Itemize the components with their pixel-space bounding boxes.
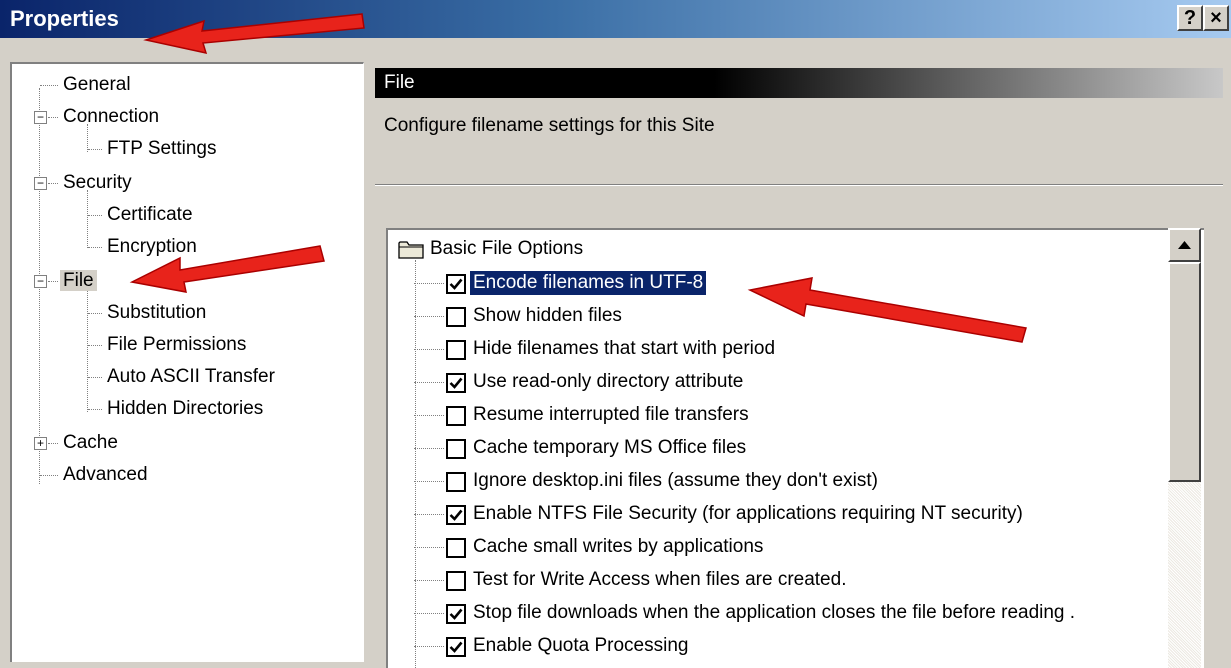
option-label: Hide filenames that start with period [473,338,776,359]
option-checkbox[interactable] [446,472,466,492]
tree-item-label: File Permissions [107,334,247,355]
option-checkbox[interactable] [446,637,466,657]
option-checkbox[interactable] [446,571,466,591]
tree-item-security[interactable]: − Security [32,168,135,198]
scroll-thumb[interactable] [1168,262,1201,482]
tree-item-auto-ascii-transfer[interactable]: Auto ASCII Transfer [88,362,278,392]
collapse-toggle-icon[interactable]: − [34,177,47,190]
tree-item-file-permissions[interactable]: File Permissions [88,330,249,360]
option-label: Cache temporary MS Office files [473,437,747,458]
option-label: Stop file downloads when the application… [473,602,1076,623]
annotation-arrow-icon [129,245,325,293]
tree-connector [414,349,444,350]
option-checkbox[interactable] [446,307,466,327]
checkmark-icon [449,608,463,620]
tree-item-cache[interactable]: + Cache [32,428,121,458]
group-label: Basic File Options [430,238,584,259]
option-checkbox[interactable] [446,373,466,393]
tree-connector [414,415,444,416]
option-checkbox[interactable] [446,439,466,459]
tree-item-label: Substitution [107,302,207,323]
tree-connector [414,283,444,284]
tree-connector [415,260,416,668]
panel-header: File [375,68,1223,98]
tree-connector [414,547,444,548]
option-checkbox[interactable] [446,538,466,558]
tree-item-general[interactable]: General [40,70,134,100]
option-checkbox[interactable] [446,340,466,360]
tree-item-file[interactable]: − File [32,266,97,296]
tree-connector [414,448,444,449]
tree-connector [414,382,444,383]
option-label: Cache small writes by applications [473,536,764,557]
tree-connector [414,646,444,647]
window-title: Properties [10,6,119,31]
folder-icon [398,241,424,259]
tree-item-certificate[interactable]: Certificate [88,200,196,230]
option-label: Enable NTFS File Security (for applicati… [473,503,1023,524]
tree-item-label: Security [63,172,132,193]
option-label: Encode filenames in UTF-8 [468,270,708,296]
collapse-toggle-icon[interactable]: − [34,275,47,288]
tree-item-substitution[interactable]: Substitution [88,298,209,328]
navigation-tree: General − Connection FTP Settings − Secu… [10,62,364,662]
option-label: Enable Quota Processing [473,635,689,656]
tree-item-label: Connection [63,106,160,127]
tree-connector [414,580,444,581]
option-label: Show hidden files [473,305,622,326]
tree-item-advanced[interactable]: Advanced [40,460,151,490]
checkmark-icon [449,509,463,521]
tree-item-label: File [60,270,97,291]
divider [375,184,1223,186]
collapse-toggle-icon[interactable]: − [34,111,47,124]
annotation-arrow-icon [143,13,365,55]
option-label: Use read-only directory attribute [473,371,744,392]
tree-item-label: FTP Settings [107,138,217,159]
tree-item-connection[interactable]: − Connection [32,102,162,132]
option-checkbox[interactable] [446,406,466,426]
panel-description: Configure filename settings for this Sit… [384,115,715,136]
option-checkbox[interactable] [446,505,466,525]
checkmark-icon [449,377,463,389]
vertical-scrollbar[interactable] [1168,228,1201,668]
tree-item-ftp-settings[interactable]: FTP Settings [88,134,219,164]
arrow-up-icon [1178,241,1191,249]
option-label: Test for Write Access when files are cre… [473,569,847,590]
tree-connector [414,514,444,515]
close-button[interactable]: × [1203,5,1229,31]
tree-item-label: Advanced [63,464,148,485]
option-checkbox[interactable] [446,604,466,624]
help-button[interactable]: ? [1177,5,1203,31]
tree-item-label: Cache [63,432,118,453]
expand-toggle-icon[interactable]: + [34,437,47,450]
tree-item-hidden-directories[interactable]: Hidden Directories [88,394,266,424]
option-checkbox[interactable] [446,274,466,294]
tree-item-label: Certificate [107,204,193,225]
checkmark-icon [449,641,463,653]
scroll-up-button[interactable] [1168,228,1201,262]
option-label: Resume interrupted file transfers [473,404,749,425]
tree-connector [414,481,444,482]
tree-connector [414,613,444,614]
option-label: Ignore desktop.ini files (assume they do… [473,470,878,491]
tree-item-label: Auto ASCII Transfer [107,366,275,387]
tree-item-label: General [63,74,131,95]
checkmark-icon [449,278,463,290]
tree-item-label: Hidden Directories [107,398,264,419]
tree-connector [414,316,444,317]
annotation-arrow-icon [747,277,1027,343]
